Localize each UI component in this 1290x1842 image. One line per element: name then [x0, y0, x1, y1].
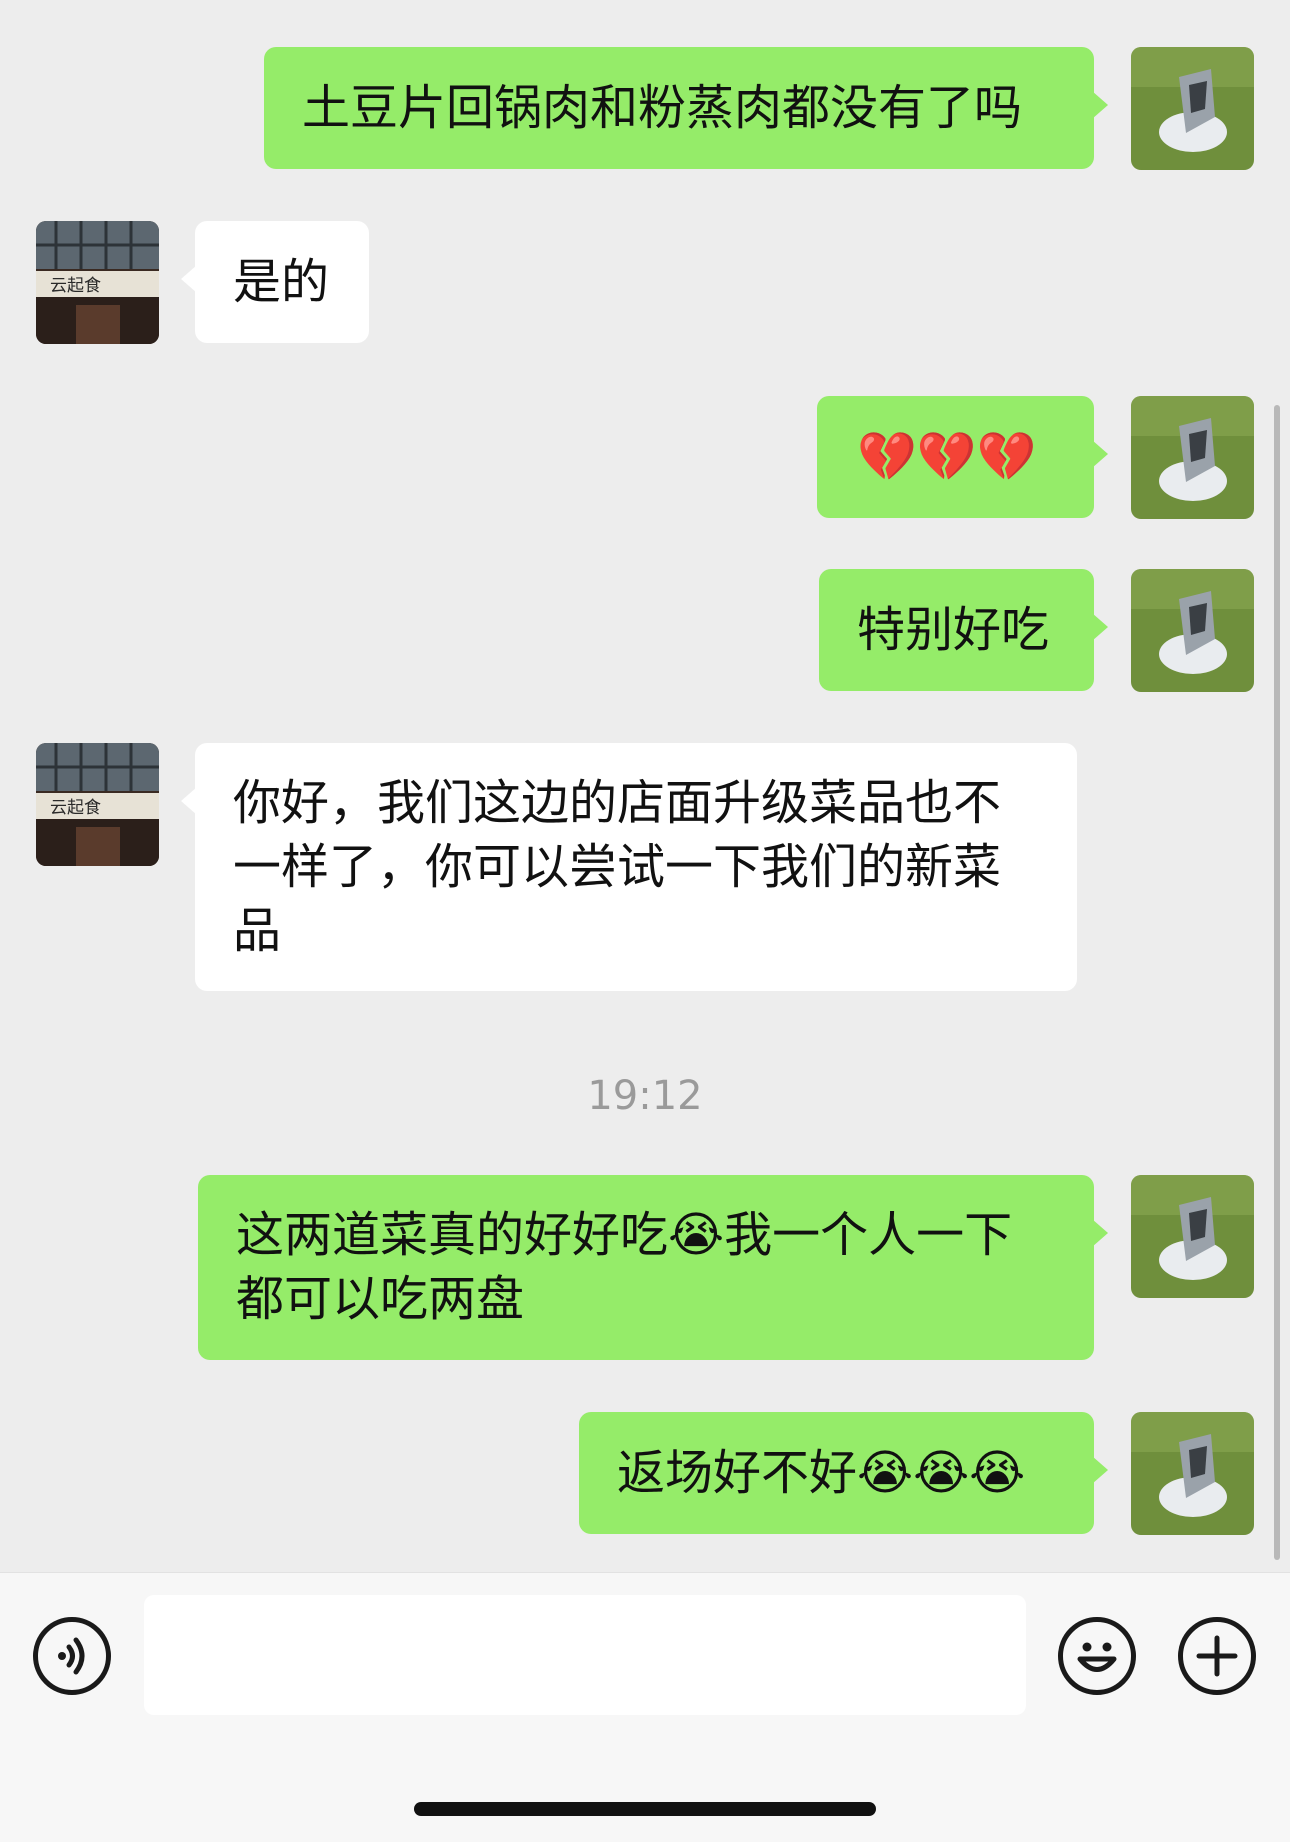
my-avatar[interactable] — [1131, 569, 1254, 692]
my-avatar-image — [1131, 569, 1254, 692]
message-input[interactable] — [144, 1595, 1026, 1715]
message-timestamp: 19:12 — [587, 1073, 703, 1119]
chat-scrollbar[interactable] — [1274, 405, 1280, 1560]
my-avatar-image — [1131, 1412, 1254, 1535]
merchant-avatar[interactable]: 云起食 — [36, 221, 159, 344]
merchant-avatar-image: 云起食 — [36, 743, 159, 866]
message-text: 返场好不好😭😭😭 — [617, 1445, 1026, 1501]
emoji-button[interactable] — [1058, 1617, 1136, 1695]
message-text: 💔💔💔 — [857, 429, 1037, 485]
message-bubble-outgoing[interactable]: 返场好不好😭😭😭 — [579, 1412, 1108, 1534]
plus-icon — [1196, 1635, 1238, 1677]
message-text: 是的 — [233, 254, 330, 310]
merchant-sign-text: 云起食 — [50, 276, 101, 296]
more-button[interactable] — [1178, 1617, 1256, 1695]
my-avatar[interactable] — [1131, 396, 1254, 519]
message-bubble-incoming[interactable]: 你好，我们这边的店面升级菜品也不一样了，你可以尝试一下我们的新菜品 — [181, 743, 1077, 991]
message-bubble-outgoing[interactable]: 土豆片回锅肉和粉蒸肉都没有了吗 — [264, 47, 1108, 169]
message-text: 你好，我们这边的店面升级菜品也不一样了，你可以尝试一下我们的新菜品 — [233, 775, 1002, 959]
voice-icon — [58, 1637, 85, 1675]
my-avatar[interactable] — [1131, 47, 1254, 170]
message-bubble-outgoing[interactable]: 💔💔💔 — [817, 396, 1108, 518]
emoji-icon — [1077, 1642, 1117, 1672]
voice-button[interactable] — [33, 1617, 111, 1695]
my-avatar-image — [1131, 1175, 1254, 1298]
message-text: 土豆片回锅肉和粉蒸肉都没有了吗 — [302, 80, 1023, 136]
message-text: 这两道菜真的好好吃😭我一个人一下都可以吃两盘 — [236, 1207, 1013, 1327]
merchant-sign-text: 云起食 — [50, 798, 101, 818]
message-bubble-incoming[interactable]: 是的 — [181, 221, 369, 343]
chat-area[interactable]: 土豆片回锅肉和粉蒸肉都没有了吗 云起食 是的 💔💔💔 特别好吃 云起食 你好，我… — [0, 0, 1290, 1572]
message-bubble-outgoing[interactable]: 特别好吃 — [819, 569, 1108, 691]
my-avatar[interactable] — [1131, 1175, 1254, 1298]
my-avatar-image — [1131, 47, 1254, 170]
message-text: 特别好吃 — [857, 602, 1050, 658]
my-avatar[interactable] — [1131, 1412, 1254, 1535]
message-bubble-outgoing[interactable]: 这两道菜真的好好吃😭我一个人一下都可以吃两盘 — [198, 1175, 1108, 1360]
merchant-avatar[interactable]: 云起食 — [36, 743, 159, 866]
home-indicator[interactable] — [414, 1802, 876, 1816]
merchant-avatar-image: 云起食 — [36, 221, 159, 344]
my-avatar-image — [1131, 396, 1254, 519]
